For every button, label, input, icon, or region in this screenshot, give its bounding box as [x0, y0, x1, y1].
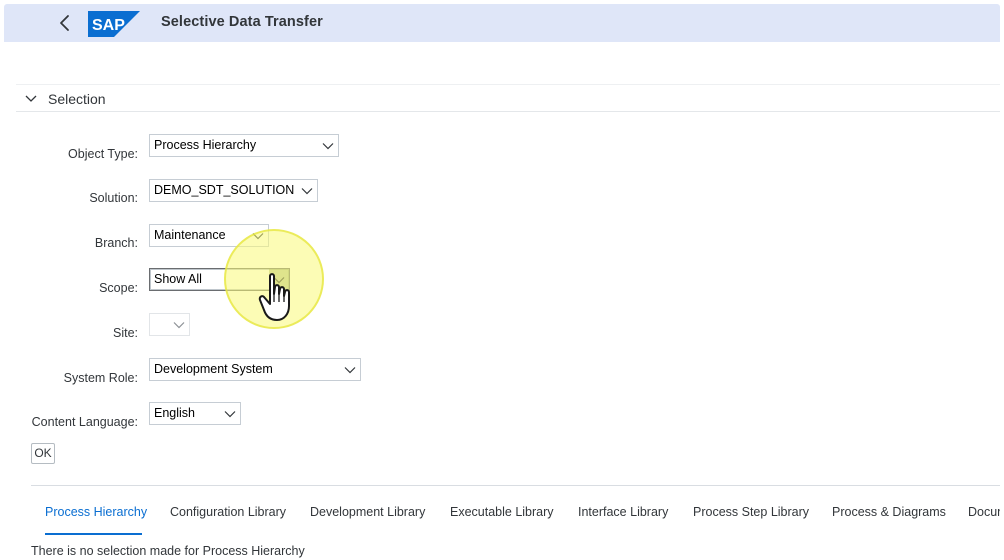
solution-select[interactable]: DEMO_SDT_SOLUTION — [149, 179, 318, 202]
back-button[interactable] — [52, 10, 78, 36]
tab-process-hierarchy[interactable]: Process Hierarchy — [45, 505, 147, 527]
branch-value: Maintenance — [154, 228, 226, 242]
content-language-label: Content Language: — [31, 415, 138, 429]
system-role-label: System Role: — [63, 371, 138, 385]
ok-button[interactable]: OK — [31, 443, 55, 464]
tab-process-diagrams[interactable]: Process & Diagrams — [832, 505, 946, 527]
site-select[interactable] — [149, 313, 190, 336]
solution-value: DEMO_SDT_SOLUTION — [154, 183, 295, 197]
object-type-label: Object Type: — [68, 147, 138, 161]
chevron-down-icon[interactable] — [273, 274, 285, 286]
chevron-down-icon[interactable] — [173, 319, 185, 331]
solution-label: Solution: — [89, 191, 138, 205]
branch-select[interactable]: Maintenance — [149, 224, 269, 247]
chevron-left-icon — [60, 15, 69, 31]
active-tab-indicator — [45, 533, 142, 535]
branch-label: Branch: — [94, 236, 138, 250]
chevron-down-icon[interactable] — [301, 185, 313, 197]
system-role-value: Development System — [154, 362, 273, 376]
selection-section-header[interactable]: Selection — [16, 86, 1000, 112]
toolbar-divider — [16, 84, 1000, 85]
svg-text:SAP: SAP — [92, 17, 125, 34]
system-role-select[interactable]: Development System — [149, 358, 361, 381]
app-title: Selective Data Transfer — [161, 14, 323, 30]
chevron-down-icon[interactable] — [224, 408, 236, 420]
content-language-value: English — [154, 406, 195, 420]
scope-value: Show All — [154, 272, 202, 286]
site-label: Site: — [112, 326, 138, 340]
tab-executable-library[interactable]: Executable Library — [450, 505, 554, 527]
tab-development-library[interactable]: Development Library — [310, 505, 425, 527]
object-type-value: Process Hierarchy — [154, 138, 257, 152]
chevron-down-icon[interactable] — [24, 92, 38, 106]
section-title: Selection — [48, 91, 106, 107]
sap-logo: SAP — [88, 11, 140, 37]
scope-label: Scope: — [99, 281, 138, 295]
object-type-select[interactable]: Process Hierarchy — [149, 134, 339, 157]
library-tabs: Process Hierarchy Configuration Library … — [31, 505, 1000, 535]
no-selection-message: There is no selection made for Process H… — [31, 544, 305, 558]
tab-process-step-library[interactable]: Process Step Library — [693, 505, 809, 527]
shell-bar: SAP Selective Data Transfer — [4, 4, 1000, 42]
scope-select[interactable]: Show All — [149, 268, 290, 291]
chevron-down-icon[interactable] — [322, 140, 334, 152]
content-language-select[interactable]: English — [149, 402, 241, 425]
chevron-down-icon[interactable] — [252, 230, 264, 242]
tab-interface-library[interactable]: Interface Library — [578, 505, 668, 527]
chevron-down-icon[interactable] — [344, 364, 356, 376]
tabs-divider — [31, 485, 1000, 486]
tab-configuration-library[interactable]: Configuration Library — [170, 505, 286, 527]
tab-documents[interactable]: Docun — [968, 505, 1000, 527]
